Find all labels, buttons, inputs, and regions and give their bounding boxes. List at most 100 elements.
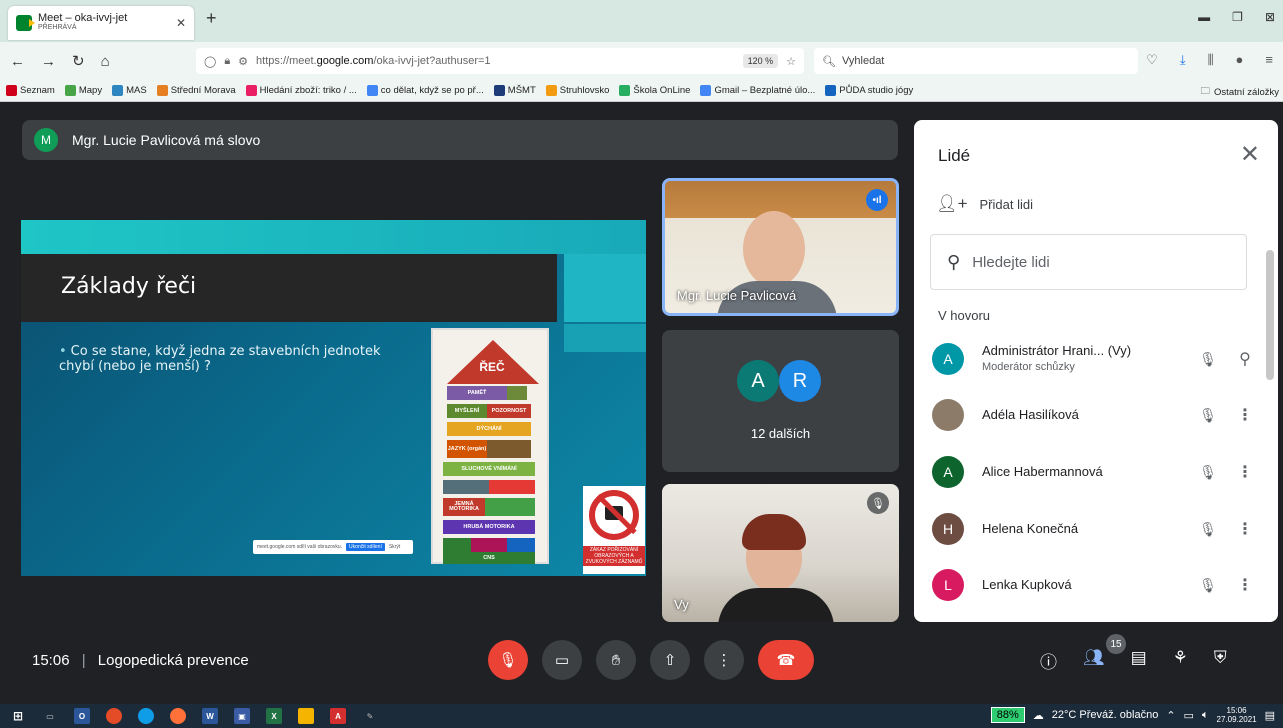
mic-off-icon[interactable]: 🎙︎: [1188, 464, 1228, 481]
mic-off-icon: 🎙︎: [867, 492, 889, 514]
minimize-icon[interactable]: ▬: [1198, 10, 1210, 24]
file-explorer-icon[interactable]: [298, 708, 314, 724]
excel-icon[interactable]: X: [266, 708, 282, 724]
participant-row[interactable]: A Administrátor Hrani... (Vy) Moderátor s…: [932, 336, 1262, 382]
participant-tile-self[interactable]: 🎙︎ Vy: [662, 484, 899, 622]
mic-off-icon[interactable]: 🎙︎: [1188, 521, 1228, 538]
info-icon[interactable]: ⓘ: [1040, 648, 1057, 673]
pin-icon[interactable]: ⚲: [1228, 349, 1262, 369]
bookmark-item[interactable]: MŠMT: [493, 85, 536, 96]
mic-off-button[interactable]: 🎙︎: [488, 640, 528, 680]
task-view-icon[interactable]: ▭: [42, 708, 58, 724]
shield-icon[interactable]: ◯: [204, 55, 216, 68]
raise-hand-button[interactable]: ✋︎: [596, 640, 636, 680]
tool-icon[interactable]: ✎: [362, 708, 378, 724]
leave-call-button[interactable]: ☎: [758, 640, 814, 680]
home-icon[interactable]: ⌂: [101, 53, 110, 70]
present-button[interactable]: ⇧: [650, 640, 690, 680]
participant-tile-others[interactable]: A R 12 dalších: [662, 330, 899, 472]
more-options-icon[interactable]: ⋮: [1228, 405, 1262, 425]
reload-icon[interactable]: ↻: [72, 52, 85, 70]
bookmark-item[interactable]: Mapy: [64, 85, 102, 96]
mic-off-icon[interactable]: 🎙︎: [1188, 577, 1228, 594]
bookmark-item[interactable]: Střední Morava: [156, 85, 236, 96]
firefox-icon[interactable]: [170, 708, 186, 724]
more-options-icon[interactable]: ⋮: [1228, 462, 1262, 482]
weather-text[interactable]: 22°C Převáž. oblačno: [1052, 709, 1159, 721]
participant-name: Adéla Hasilíková: [982, 407, 1079, 422]
tile-name: Vy: [674, 597, 689, 612]
url-domain: google.com: [316, 55, 374, 67]
bookmark-item[interactable]: Gmail – Bezplatné úlo...: [700, 85, 815, 96]
bookmark-item[interactable]: co dělat, když se po př...: [366, 85, 484, 96]
windows-start-icon[interactable]: ⊞: [10, 708, 26, 724]
tab-text: Meet – oka-ivvj-jet PŘEHRÁVÁ: [38, 13, 170, 33]
save-icon[interactable]: ▣: [234, 708, 250, 724]
restore-icon[interactable]: ❐: [1232, 10, 1243, 24]
other-bookmarks[interactable]: 🗀︎ Ostatní záložky: [1200, 84, 1279, 100]
outlook-icon[interactable]: O: [74, 708, 90, 724]
participant-row[interactable]: A Alice Habermannová 🎙︎ ⋮: [932, 449, 1262, 495]
participant-row[interactable]: H Helena Konečná 🎙︎ ⋮: [932, 506, 1262, 552]
bookmark-item[interactable]: Seznam: [6, 85, 55, 96]
activities-icon[interactable]: ⚘: [1173, 648, 1188, 673]
close-icon[interactable]: ✕: [1240, 140, 1260, 169]
close-window-icon[interactable]: ⊠: [1265, 10, 1275, 24]
permissions-icon[interactable]: ⚙: [238, 55, 248, 68]
pocket-icon[interactable]: ♡: [1146, 52, 1158, 68]
browser-nav-bar: ← → ↻ ⌂ ◯ 🔒︎ ⚙ https://meet.google.com/o…: [0, 42, 1283, 80]
people-search-input[interactable]: ⚲ Hledejte lidi: [930, 234, 1247, 290]
participant-role: Moderátor schůzky: [982, 361, 1075, 373]
participant-tile-speaker[interactable]: •ıl Mgr. Lucie Pavlicová: [662, 178, 899, 316]
add-people-label: Přidat lidi: [979, 196, 1033, 212]
menu-icon[interactable]: ≡: [1265, 52, 1273, 68]
forward-icon[interactable]: →: [41, 53, 56, 70]
tower-block-small: [485, 498, 535, 516]
bookmark-item[interactable]: Struhlovsko: [545, 85, 609, 96]
battery-indicator[interactable]: 88%: [990, 707, 1025, 723]
hide-button: Skrýt: [388, 544, 401, 550]
url-bar[interactable]: ◯ 🔒︎ ⚙ https://meet.google.com/oka-ivvj-…: [196, 48, 804, 74]
slide-accent: [564, 254, 646, 322]
chrome-icon[interactable]: [106, 708, 122, 724]
camera-button[interactable]: ▭: [542, 640, 582, 680]
scroll-thumb[interactable]: [1266, 250, 1274, 380]
bookmark-item[interactable]: Škola OnLine: [619, 85, 690, 96]
bookmark-item[interactable]: PŮDA studio jógy: [825, 85, 913, 96]
people-icon[interactable]: 👥︎: [1083, 648, 1105, 673]
zoom-level[interactable]: 120 %: [742, 54, 779, 68]
mic-off-icon[interactable]: 🎙︎: [1188, 351, 1228, 368]
people-scrollbar[interactable]: [1266, 230, 1274, 620]
network-icon[interactable]: ▭: [1184, 709, 1194, 722]
word-icon[interactable]: W: [202, 708, 218, 724]
participant-row[interactable]: Adéla Hasilíková 🎙︎ ⋮: [932, 392, 1262, 438]
bookmark-star-icon[interactable]: ☆: [786, 55, 796, 68]
bookmark-label: PŮDA studio jógy: [839, 85, 914, 96]
more-options-button[interactable]: ⋮: [704, 640, 744, 680]
new-tab-button[interactable]: +: [206, 8, 217, 42]
back-icon[interactable]: ←: [10, 53, 25, 70]
chat-icon[interactable]: ▤: [1131, 648, 1147, 673]
search-input[interactable]: 🔍︎ Vyhledat: [814, 48, 1138, 74]
account-icon[interactable]: ●: [1236, 52, 1244, 68]
tray-chevron-icon[interactable]: ⌃: [1166, 709, 1175, 722]
lock-icon[interactable]: 🔒︎: [224, 55, 230, 68]
host-controls-icon[interactable]: ⛨: [1214, 648, 1227, 673]
participant-row[interactable]: L Lenka Kupková 🎙︎ ⋮: [932, 562, 1262, 608]
taskbar-clock[interactable]: 15:06 27.09.2021: [1217, 706, 1257, 724]
notifications-icon[interactable]: ▤: [1265, 709, 1275, 722]
add-people-button[interactable]: 👤︎+ Přidat lidi: [936, 194, 1033, 214]
edge-icon[interactable]: [138, 708, 154, 724]
bookmark-item[interactable]: MAS: [112, 85, 147, 96]
tower-block: SLUCHOVÉ VNÍMÁNÍ: [443, 462, 535, 476]
volume-icon[interactable]: 🔈︎: [1202, 709, 1209, 722]
library-icon[interactable]: ⫼: [1208, 52, 1214, 68]
bookmark-item[interactable]: Hledání zboží: triko / ...: [245, 85, 357, 96]
browser-tab[interactable]: Meet – oka-ivvj-jet PŘEHRÁVÁ ✕: [8, 6, 194, 40]
download-icon[interactable]: ⤓: [1180, 52, 1186, 68]
more-options-icon[interactable]: ⋮: [1228, 575, 1262, 595]
mic-off-icon[interactable]: 🎙︎: [1188, 407, 1228, 424]
close-tab-icon[interactable]: ✕: [176, 16, 186, 30]
acrobat-icon[interactable]: A: [330, 708, 346, 724]
more-options-icon[interactable]: ⋮: [1228, 519, 1262, 539]
